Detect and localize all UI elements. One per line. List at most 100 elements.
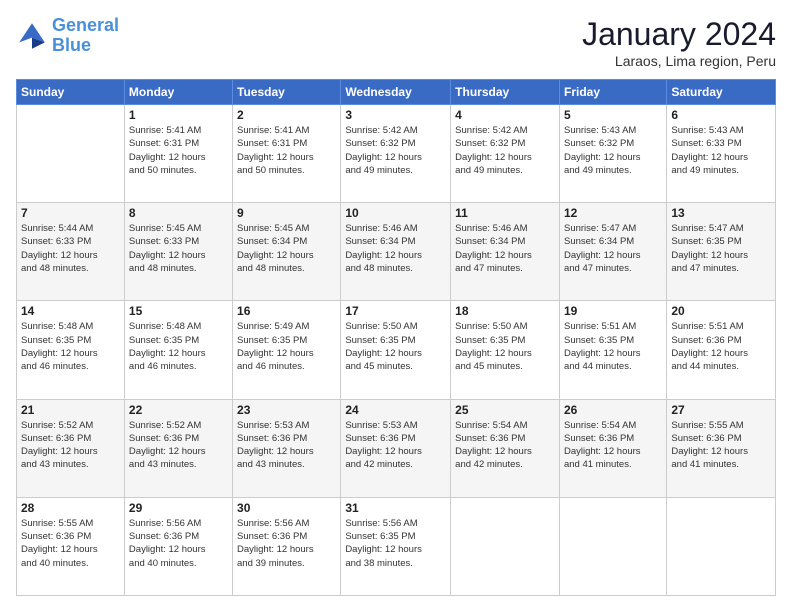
day-info: Sunrise: 5:48 AMSunset: 6:35 PMDaylight:… <box>21 320 120 373</box>
day-number: 19 <box>564 304 662 318</box>
table-row: 5 Sunrise: 5:43 AMSunset: 6:32 PMDaylight… <box>559 105 666 203</box>
calendar-week-row: 14 Sunrise: 5:48 AMSunset: 6:35 PMDayligh… <box>17 301 776 399</box>
day-info: Sunrise: 5:42 AMSunset: 6:32 PMDaylight:… <box>455 124 555 177</box>
day-number: 25 <box>455 403 555 417</box>
day-info: Sunrise: 5:47 AMSunset: 6:34 PMDaylight:… <box>564 222 662 275</box>
table-row: 23Sunrise: 5:53 AMSunset: 6:36 PMDayligh… <box>233 399 341 497</box>
table-row: 18Sunrise: 5:50 AMSunset: 6:35 PMDayligh… <box>451 301 560 399</box>
day-number: 27 <box>671 403 771 417</box>
day-number: 3 <box>345 108 446 122</box>
day-info: Sunrise: 5:45 AMSunset: 6:33 PMDaylight:… <box>129 222 228 275</box>
table-row: 26Sunrise: 5:54 AMSunset: 6:36 PMDayligh… <box>559 399 666 497</box>
day-number: 7 <box>21 206 120 220</box>
table-row: 11 Sunrise: 5:46 AMSunset: 6:34 PMDayligh… <box>451 203 560 301</box>
day-number: 14 <box>21 304 120 318</box>
header: General Blue January 2024 Laraos, Lima r… <box>16 16 776 69</box>
day-number: 15 <box>129 304 228 318</box>
table-row <box>17 105 125 203</box>
table-row: 31Sunrise: 5:56 AMSunset: 6:35 PMDayligh… <box>341 497 451 595</box>
table-row: 25 Sunrise: 5:54 AMSunset: 6:36 PMDayligh… <box>451 399 560 497</box>
table-row: 27 Sunrise: 5:55 AMSunset: 6:36 PMDayligh… <box>667 399 776 497</box>
logo-icon <box>16 20 48 52</box>
table-row: 19Sunrise: 5:51 AMSunset: 6:35 PMDayligh… <box>559 301 666 399</box>
table-row <box>559 497 666 595</box>
day-number: 13 <box>671 206 771 220</box>
day-info: Sunrise: 5:53 AMSunset: 6:36 PMDaylight:… <box>345 419 446 472</box>
logo-text: General Blue <box>52 16 119 56</box>
table-row <box>667 497 776 595</box>
table-row: 30Sunrise: 5:56 AMSunset: 6:36 PMDayligh… <box>233 497 341 595</box>
day-number: 17 <box>345 304 446 318</box>
day-info: Sunrise: 5:41 AMSunset: 6:31 PMDaylight:… <box>237 124 336 177</box>
col-friday: Friday <box>559 80 666 105</box>
day-info: Sunrise: 5:52 AMSunset: 6:36 PMDaylight:… <box>129 419 228 472</box>
day-info: Sunrise: 5:44 AMSunset: 6:33 PMDaylight:… <box>21 222 120 275</box>
col-wednesday: Wednesday <box>341 80 451 105</box>
day-info: Sunrise: 5:54 AMSunset: 6:36 PMDaylight:… <box>455 419 555 472</box>
table-row: 16 Sunrise: 5:49 AMSunset: 6:35 PMDayligh… <box>233 301 341 399</box>
calendar-week-row: 21 Sunrise: 5:52 AMSunset: 6:36 PMDayligh… <box>17 399 776 497</box>
day-number: 20 <box>671 304 771 318</box>
page: General Blue January 2024 Laraos, Lima r… <box>0 0 792 612</box>
table-row: 13 Sunrise: 5:47 AMSunset: 6:35 PMDayligh… <box>667 203 776 301</box>
day-info: Sunrise: 5:43 AMSunset: 6:32 PMDaylight:… <box>564 124 662 177</box>
day-number: 6 <box>671 108 771 122</box>
calendar-week-row: 28Sunrise: 5:55 AMSunset: 6:36 PMDayligh… <box>17 497 776 595</box>
day-number: 22 <box>129 403 228 417</box>
table-row: 12 Sunrise: 5:47 AMSunset: 6:34 PMDayligh… <box>559 203 666 301</box>
table-row: 4Sunrise: 5:42 AMSunset: 6:32 PMDaylight… <box>451 105 560 203</box>
logo-general: General <box>52 15 119 35</box>
day-number: 2 <box>237 108 336 122</box>
day-number: 21 <box>21 403 120 417</box>
calendar-week-row: 1Sunrise: 5:41 AMSunset: 6:31 PMDaylight… <box>17 105 776 203</box>
subtitle: Laraos, Lima region, Peru <box>582 53 776 69</box>
table-row: 14 Sunrise: 5:48 AMSunset: 6:35 PMDayligh… <box>17 301 125 399</box>
day-info: Sunrise: 5:41 AMSunset: 6:31 PMDaylight:… <box>129 124 228 177</box>
day-number: 12 <box>564 206 662 220</box>
table-row: 17 Sunrise: 5:50 AMSunset: 6:35 PMDayligh… <box>341 301 451 399</box>
day-info: Sunrise: 5:48 AMSunset: 6:35 PMDaylight:… <box>129 320 228 373</box>
table-row: 7 Sunrise: 5:44 AMSunset: 6:33 PMDaylight… <box>17 203 125 301</box>
day-number: 18 <box>455 304 555 318</box>
day-info: Sunrise: 5:55 AMSunset: 6:36 PMDaylight:… <box>671 419 771 472</box>
day-number: 5 <box>564 108 662 122</box>
calendar-header-row: Sunday Monday Tuesday Wednesday Thursday… <box>17 80 776 105</box>
logo-blue: Blue <box>52 35 91 55</box>
day-info: Sunrise: 5:51 AMSunset: 6:36 PMDaylight:… <box>671 320 771 373</box>
table-row: 3Sunrise: 5:42 AMSunset: 6:32 PMDaylight… <box>341 105 451 203</box>
calendar-week-row: 7 Sunrise: 5:44 AMSunset: 6:33 PMDaylight… <box>17 203 776 301</box>
day-info: Sunrise: 5:47 AMSunset: 6:35 PMDaylight:… <box>671 222 771 275</box>
table-row: 9Sunrise: 5:45 AMSunset: 6:34 PMDaylight… <box>233 203 341 301</box>
day-info: Sunrise: 5:52 AMSunset: 6:36 PMDaylight:… <box>21 419 120 472</box>
day-info: Sunrise: 5:45 AMSunset: 6:34 PMDaylight:… <box>237 222 336 275</box>
day-info: Sunrise: 5:55 AMSunset: 6:36 PMDaylight:… <box>21 517 120 570</box>
col-thursday: Thursday <box>451 80 560 105</box>
day-info: Sunrise: 5:56 AMSunset: 6:36 PMDaylight:… <box>237 517 336 570</box>
table-row: 15 Sunrise: 5:48 AMSunset: 6:35 PMDayligh… <box>124 301 232 399</box>
logo: General Blue <box>16 16 119 56</box>
day-info: Sunrise: 5:46 AMSunset: 6:34 PMDaylight:… <box>345 222 446 275</box>
table-row: 22 Sunrise: 5:52 AMSunset: 6:36 PMDayligh… <box>124 399 232 497</box>
table-row: 29 Sunrise: 5:56 AMSunset: 6:36 PMDayligh… <box>124 497 232 595</box>
table-row: 1Sunrise: 5:41 AMSunset: 6:31 PMDaylight… <box>124 105 232 203</box>
day-number: 29 <box>129 501 228 515</box>
month-title: January 2024 <box>582 16 776 53</box>
table-row: 2 Sunrise: 5:41 AMSunset: 6:31 PMDaylight… <box>233 105 341 203</box>
table-row: 21 Sunrise: 5:52 AMSunset: 6:36 PMDayligh… <box>17 399 125 497</box>
day-info: Sunrise: 5:56 AMSunset: 6:35 PMDaylight:… <box>345 517 446 570</box>
day-number: 11 <box>455 206 555 220</box>
day-info: Sunrise: 5:54 AMSunset: 6:36 PMDaylight:… <box>564 419 662 472</box>
day-info: Sunrise: 5:56 AMSunset: 6:36 PMDaylight:… <box>129 517 228 570</box>
day-info: Sunrise: 5:49 AMSunset: 6:35 PMDaylight:… <box>237 320 336 373</box>
day-number: 10 <box>345 206 446 220</box>
day-info: Sunrise: 5:50 AMSunset: 6:35 PMDaylight:… <box>345 320 446 373</box>
day-info: Sunrise: 5:46 AMSunset: 6:34 PMDaylight:… <box>455 222 555 275</box>
day-number: 16 <box>237 304 336 318</box>
day-number: 24 <box>345 403 446 417</box>
table-row <box>451 497 560 595</box>
table-row: 28Sunrise: 5:55 AMSunset: 6:36 PMDayligh… <box>17 497 125 595</box>
table-row: 6Sunrise: 5:43 AMSunset: 6:33 PMDaylight… <box>667 105 776 203</box>
table-row: 20 Sunrise: 5:51 AMSunset: 6:36 PMDayligh… <box>667 301 776 399</box>
day-info: Sunrise: 5:53 AMSunset: 6:36 PMDaylight:… <box>237 419 336 472</box>
table-row: 8Sunrise: 5:45 AMSunset: 6:33 PMDaylight… <box>124 203 232 301</box>
